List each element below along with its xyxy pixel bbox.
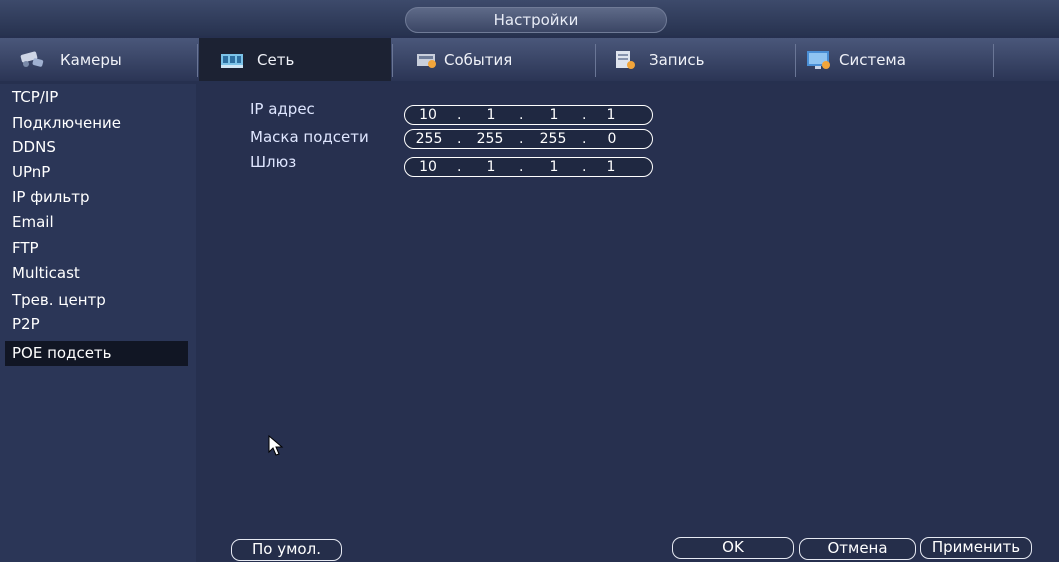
ip-octet[interactable]: 1 [590, 106, 632, 124]
tab-system[interactable]: Система [797, 38, 993, 81]
ip-separator: . [582, 107, 587, 123]
sidebar-item-tcpip[interactable]: TCP/IP [5, 85, 188, 110]
sidebar-item-email[interactable]: Email [5, 210, 188, 235]
system-icon [805, 49, 833, 71]
cancel-button[interactable]: Отмена [799, 538, 916, 560]
default-button[interactable]: По умол. [231, 539, 342, 561]
ip-address-label: IP адрес [250, 100, 315, 118]
tab-divider [197, 44, 198, 77]
gateway-field[interactable]: 10 . 1 . 1 . 1 [404, 157, 653, 177]
ip-separator: . [519, 107, 524, 123]
ip-separator: . [582, 131, 587, 147]
ip-octet[interactable]: 10 [407, 106, 449, 124]
tab-divider [595, 44, 596, 77]
sidebar-item-ip-filter[interactable]: IP фильтр [5, 185, 188, 210]
gateway-label: Шлюз [250, 153, 297, 171]
ip-octet[interactable]: 1 [533, 106, 575, 124]
ip-octet[interactable]: 255 [408, 130, 450, 148]
tab-divider [993, 44, 994, 77]
ip-separator: . [519, 131, 524, 147]
ip-separator: . [582, 159, 587, 175]
subnet-mask-field[interactable]: 255 . 255 . 255 . 0 [404, 129, 653, 149]
sidebar-item-ftp[interactable]: FTP [5, 236, 188, 261]
ip-separator: . [457, 107, 462, 123]
ip-octet[interactable]: 10 [407, 158, 449, 176]
camera-icon [18, 49, 48, 71]
subnet-mask-label: Маска подсети [250, 128, 369, 146]
ip-address-field[interactable]: 10 . 1 . 1 . 1 [404, 105, 653, 125]
events-icon [416, 51, 438, 69]
mouse-cursor-icon [268, 434, 286, 461]
ip-octet[interactable]: 1 [533, 158, 575, 176]
ip-octet[interactable]: 1 [590, 158, 632, 176]
tab-divider [795, 44, 796, 77]
network-icon [219, 51, 245, 69]
record-icon [613, 49, 637, 71]
sidebar-item-poe-subnet[interactable]: POE подсеть [5, 341, 188, 366]
sidebar-item-alarm-center[interactable]: Трев. центр [5, 288, 188, 313]
tab-label: События [444, 50, 513, 69]
sidebar-item-multicast[interactable]: Multicast [5, 261, 188, 286]
tab-events[interactable]: События [394, 38, 594, 81]
ip-separator: . [457, 131, 462, 147]
ip-octet[interactable]: 0 [591, 130, 633, 148]
title-bar: Настройки [0, 0, 1059, 36]
apply-button[interactable]: Применить [920, 537, 1032, 559]
tab-label: Сеть [257, 50, 295, 69]
tab-cameras[interactable]: Камеры [0, 38, 196, 81]
ok-button[interactable]: OK [672, 537, 794, 559]
tab-label: Запись [649, 50, 705, 69]
main-panel [200, 84, 1059, 562]
ip-octet[interactable]: 1 [470, 158, 512, 176]
sidebar-item-connection[interactable]: Подключение [5, 111, 188, 136]
tab-network[interactable]: Сеть [199, 38, 391, 81]
tab-label: Камеры [60, 50, 122, 69]
sidebar-item-ddns[interactable]: DDNS [5, 135, 188, 160]
ip-octet[interactable]: 1 [470, 106, 512, 124]
tab-record[interactable]: Запись [597, 38, 794, 81]
sidebar-item-p2p[interactable]: P2P [5, 312, 188, 337]
ip-separator: . [457, 159, 462, 175]
tab-divider [392, 44, 393, 77]
ip-octet[interactable]: 255 [532, 130, 574, 148]
tab-label: Система [839, 50, 906, 69]
sidebar-item-upnp[interactable]: UPnP [5, 160, 188, 185]
ip-separator: . [519, 159, 524, 175]
ip-octet[interactable]: 255 [469, 130, 511, 148]
window-title: Настройки [405, 7, 667, 33]
